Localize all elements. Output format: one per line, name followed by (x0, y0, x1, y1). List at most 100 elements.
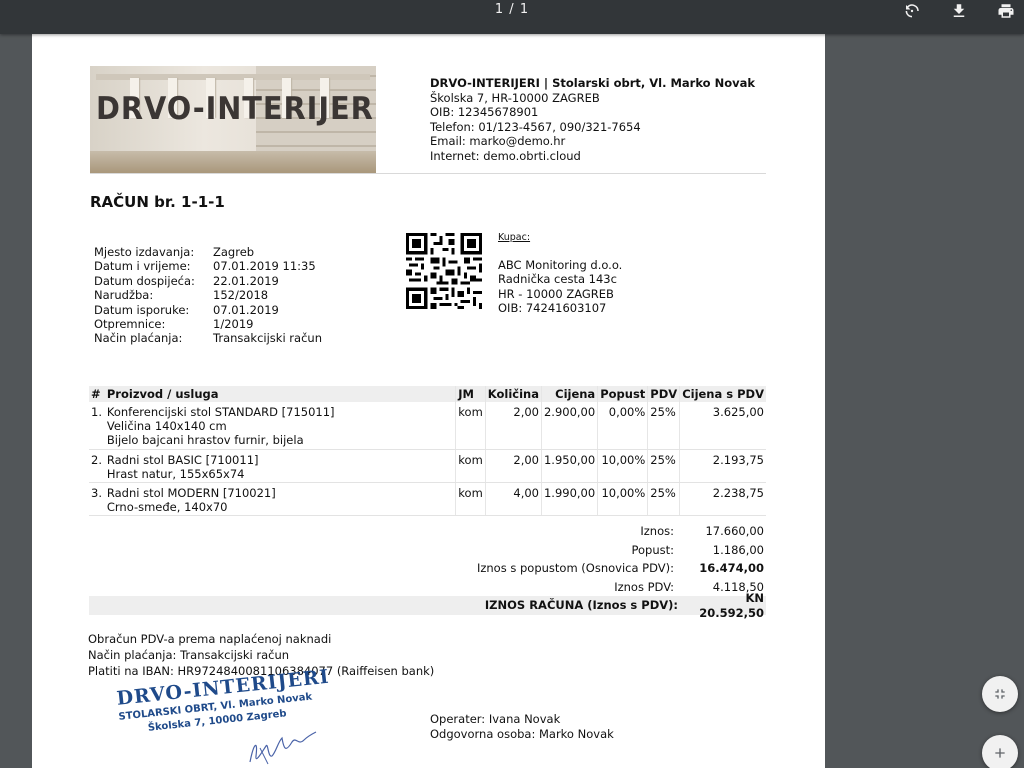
total-row: Iznos: 17.660,00 (89, 522, 766, 541)
buyer-caption: Kupac: (498, 232, 531, 243)
total-row: Iznos PDV: 4.118,50 (89, 578, 766, 597)
table-row: 1. Konferencijski stol STANDARD [715011]… (89, 402, 766, 450)
header-no: # (89, 386, 105, 402)
print-icon (998, 4, 1014, 18)
buyer-street: Radnička cesta 143c (498, 272, 617, 286)
vat-label: Iznos PDV: (614, 579, 674, 594)
table-row: 2. Radni stol BASIC [710011] Hrast natur… (89, 449, 766, 484)
meta-value: 1/2019 (213, 316, 254, 331)
discount-label: Popust: (631, 542, 674, 557)
header-quantity: Količina (485, 386, 542, 402)
item-price: 2.900,00 (541, 402, 599, 450)
meta-label: Način plaćanja: (94, 331, 183, 346)
logo-wordmark: DRVO-INTERIJERI (96, 91, 376, 127)
meta-label: Mjesto izdavanja: (94, 245, 195, 259)
signature (249, 731, 317, 765)
meta-label: Datum i vrijeme: (94, 259, 191, 274)
page-counter: 1 / 1 (494, 2, 530, 17)
rotate-icon (905, 4, 919, 18)
base-label: Iznos s popustom (Osnovica PDV): (476, 561, 674, 576)
item-no: 3. (89, 482, 105, 517)
item-discount: 10,00% (597, 482, 649, 517)
item-line: Hrast natur, 155x65x74 (106, 466, 245, 481)
totals-block: Iznos: 17.660,00 Popust: 1.186,00 Iznos … (89, 522, 766, 620)
amount-value: 17.660,00 (705, 524, 764, 539)
rotate-button[interactable] (897, 0, 927, 22)
item-line: Crno-smeđe, 140x70 (106, 500, 228, 515)
meta-value: Transakcijski račun (213, 331, 322, 346)
meta-row: Datum dospijeća: 22.01.2019 (94, 274, 322, 288)
pdf-toolbar: 1 / 1 (0, 0, 1024, 34)
grand-total-value: KN 20.592,50 (699, 591, 764, 620)
item-description: Konferencijski stol STANDARD [715011] Ve… (104, 402, 457, 450)
invoice-meta: Mjesto izdavanja: Zagreb Datum i vrijeme:… (94, 245, 322, 346)
header-unit: JM (455, 386, 486, 402)
item-vat: 25% (647, 402, 681, 450)
meta-row: Način plaćanja: Transakcijski račun (94, 331, 322, 345)
download-button[interactable] (944, 0, 974, 22)
item-line: Bijelo bajcani hrastov furnir, bijela (106, 433, 304, 448)
total-row: Iznos s popustom (Osnovica PDV): 16.474,… (89, 559, 766, 578)
item-line: Radni stol BASIC [710011] (106, 452, 259, 467)
grand-total-label: IZNOS RAČUNA (Iznos s PDV): (484, 598, 678, 613)
meta-row: Datum i vrijeme: 07.01.2019 11:35 (94, 259, 322, 273)
company-logo: DRVO-INTERIJERI (90, 66, 376, 173)
buyer-name: ABC Monitoring d.o.o. (498, 257, 623, 272)
meta-value: 152/2018 (213, 288, 269, 303)
amount-label: Iznos: (640, 524, 674, 539)
buyer-info: Kupac: ABC Monitoring d.o.o. Radnička ce… (498, 231, 622, 316)
header-price: Cijena (541, 386, 599, 402)
item-no: 2. (89, 449, 105, 484)
item-total: 2.193,75 (679, 449, 766, 484)
table-row: 3. Radni stol MODERN [710021] Crno-smeđe… (89, 482, 766, 517)
header-vat: PDV (647, 386, 681, 402)
qr-code (406, 233, 482, 309)
zoom-in-button[interactable] (982, 735, 1018, 768)
item-unit: kom (455, 449, 486, 484)
buyer-city: HR - 10000 ZAGREB (498, 286, 614, 301)
item-line: Radni stol MODERN [710021] (106, 486, 276, 501)
item-line: Konferencijski stol STANDARD [715011] (106, 405, 335, 419)
item-vat: 25% (647, 449, 681, 484)
item-price: 1.950,00 (541, 449, 599, 484)
base-value: 16.474,00 (699, 561, 764, 576)
item-discount: 0,00% (597, 402, 649, 450)
print-button[interactable] (991, 0, 1021, 22)
items-table: # Proizvod / usluga JM Količina Cijena P… (89, 386, 766, 517)
item-line: Veličina 140x140 cm (106, 419, 227, 434)
meta-label: Datum isporuke: (94, 302, 190, 317)
fit-to-page-button[interactable] (982, 676, 1018, 712)
item-no: 1. (89, 402, 105, 450)
company-name: DRVO-INTERIJERI | Stolarski obrt, Vl. Ma… (430, 76, 756, 90)
grand-total-row: IZNOS RAČUNA (Iznos s PDV): KN 20.592,50 (89, 591, 766, 620)
meta-row: Narudžba: 152/2018 (94, 288, 322, 302)
meta-value: 07.01.2019 (213, 302, 279, 317)
item-description: Radni stol MODERN [710021] Crno-smeđe, 1… (104, 482, 457, 517)
discount-value: 1.186,00 (712, 542, 764, 557)
meta-row: Datum isporuke: 07.01.2019 (94, 303, 322, 317)
fit-to-page-icon (995, 689, 1005, 699)
operator-info: Operater: Ivana Novak Odgovorna osoba: M… (430, 712, 614, 741)
company-email: Email: marko@demo.hr (430, 134, 566, 149)
invoice-title: RAČUN br. 1-1-1 (90, 193, 225, 211)
zoom-in-icon (995, 748, 1005, 758)
company-oib: OIB: 12345678901 (430, 105, 539, 120)
download-icon (953, 4, 965, 17)
company-web: Internet: demo.obrti.cloud (430, 148, 581, 163)
meta-row: Otpremnice: 1/2019 (94, 317, 322, 331)
item-quantity: 2,00 (485, 402, 542, 450)
responsible-person: Odgovorna osoba: Marko Novak (430, 726, 614, 741)
meta-value: Zagreb (213, 245, 255, 259)
total-row: Popust: 1.186,00 (89, 541, 766, 560)
note-line: Način plaćanja: Transakcijski račun (88, 647, 290, 662)
header-discount: Popust (597, 386, 649, 402)
meta-row: Mjesto izdavanja: Zagreb (94, 245, 322, 259)
meta-label: Narudžba: (94, 288, 154, 303)
buyer-oib: OIB: 74241603107 (498, 301, 607, 315)
item-quantity: 4,00 (485, 482, 542, 517)
header-product: Proizvod / usluga (104, 386, 457, 402)
item-unit: kom (455, 402, 486, 450)
company-info: DRVO-INTERIJERI | Stolarski obrt, Vl. Ma… (430, 76, 755, 164)
pdf-page: DRVO-INTERIJERI DRVO-INTERIJERI | Stolar… (32, 34, 825, 768)
item-total: 2.238,75 (679, 482, 766, 517)
